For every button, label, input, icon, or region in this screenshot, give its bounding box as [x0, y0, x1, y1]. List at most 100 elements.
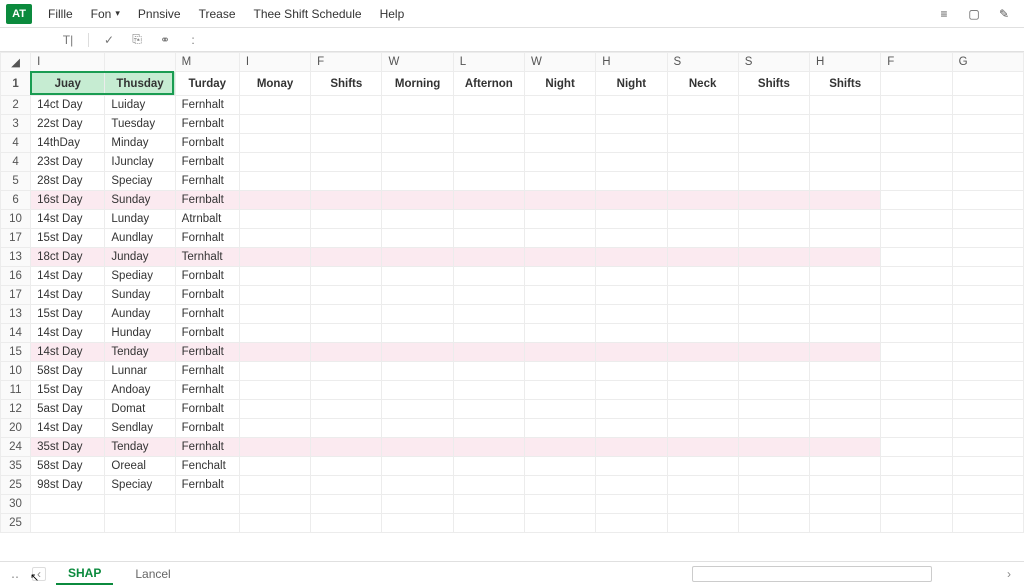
cell[interactable]: [596, 191, 667, 210]
cell[interactable]: [453, 438, 524, 457]
cell[interactable]: IJunclay: [105, 153, 175, 172]
cell[interactable]: [453, 381, 524, 400]
cell[interactable]: [738, 305, 809, 324]
cell[interactable]: [311, 134, 382, 153]
cell[interactable]: [881, 457, 952, 476]
status-input[interactable]: [692, 566, 932, 582]
cell[interactable]: [738, 210, 809, 229]
cell[interactable]: [810, 514, 881, 533]
cell[interactable]: [596, 172, 667, 191]
cell[interactable]: [239, 229, 310, 248]
cell[interactable]: Ternhalt: [175, 248, 239, 267]
cell[interactable]: [311, 343, 382, 362]
cell[interactable]: [524, 343, 595, 362]
cell[interactable]: [382, 267, 453, 286]
cell[interactable]: [524, 229, 595, 248]
cell[interactable]: [881, 248, 952, 267]
cell[interactable]: [453, 514, 524, 533]
cell[interactable]: [667, 343, 738, 362]
cell[interactable]: [453, 419, 524, 438]
cell[interactable]: [524, 267, 595, 286]
cell[interactable]: [382, 476, 453, 495]
cell[interactable]: [453, 267, 524, 286]
cell[interactable]: [738, 457, 809, 476]
cell[interactable]: [952, 229, 1023, 248]
cell[interactable]: [952, 514, 1023, 533]
row-header[interactable]: 35: [1, 457, 31, 476]
cell[interactable]: [311, 400, 382, 419]
cell[interactable]: [738, 381, 809, 400]
window-icon[interactable]: ▢: [966, 6, 982, 22]
cell[interactable]: 35st Day: [31, 438, 105, 457]
cell[interactable]: [311, 267, 382, 286]
cell[interactable]: [810, 267, 881, 286]
cell[interactable]: [239, 134, 310, 153]
cell[interactable]: 58st Day: [31, 362, 105, 381]
cell[interactable]: Fornhalt: [175, 229, 239, 248]
cell[interactable]: [667, 419, 738, 438]
row-header[interactable]: 10: [1, 210, 31, 229]
cell[interactable]: Fornbalt: [175, 324, 239, 343]
cell[interactable]: [311, 115, 382, 134]
cell[interactable]: [239, 514, 310, 533]
column-title[interactable]: Thusday: [105, 72, 175, 96]
cell[interactable]: 14st Day: [31, 267, 105, 286]
col-header[interactable]: G: [952, 53, 1023, 72]
cell[interactable]: [239, 267, 310, 286]
cell[interactable]: [952, 457, 1023, 476]
cell[interactable]: Fernhalt: [175, 362, 239, 381]
cell[interactable]: [382, 115, 453, 134]
cell[interactable]: [31, 495, 105, 514]
row-header[interactable]: 15: [1, 343, 31, 362]
row-header[interactable]: 2: [1, 96, 31, 115]
cell[interactable]: [952, 153, 1023, 172]
col-header[interactable]: F: [881, 53, 952, 72]
cell[interactable]: [524, 514, 595, 533]
cell[interactable]: [239, 324, 310, 343]
cell[interactable]: Fornbalt: [175, 286, 239, 305]
cell[interactable]: Lunnar: [105, 362, 175, 381]
cell[interactable]: [382, 400, 453, 419]
cell[interactable]: [810, 96, 881, 115]
cell[interactable]: [738, 514, 809, 533]
cell[interactable]: [311, 438, 382, 457]
row-header[interactable]: 20: [1, 419, 31, 438]
cell[interactable]: [738, 191, 809, 210]
cell[interactable]: Fernhalt: [175, 438, 239, 457]
cell[interactable]: [311, 419, 382, 438]
cell[interactable]: [453, 153, 524, 172]
cell[interactable]: [667, 96, 738, 115]
cell[interactable]: [453, 115, 524, 134]
cell[interactable]: [311, 248, 382, 267]
cell[interactable]: [667, 305, 738, 324]
cell[interactable]: [524, 96, 595, 115]
col-header[interactable]: F: [311, 53, 382, 72]
cell[interactable]: [524, 248, 595, 267]
row-header[interactable]: 12: [1, 400, 31, 419]
cell[interactable]: Aunday: [105, 305, 175, 324]
cell[interactable]: Lunday: [105, 210, 175, 229]
cell[interactable]: Fernhalt: [175, 96, 239, 115]
cell[interactable]: [810, 115, 881, 134]
cell[interactable]: [382, 210, 453, 229]
cell[interactable]: [239, 153, 310, 172]
column-title[interactable]: Monay: [239, 72, 310, 96]
cell[interactable]: [667, 210, 738, 229]
cell[interactable]: [952, 495, 1023, 514]
menu-pnnsive[interactable]: Pnnsive: [136, 3, 183, 25]
cell[interactable]: [738, 229, 809, 248]
cell[interactable]: [311, 476, 382, 495]
cell[interactable]: [667, 134, 738, 153]
cell[interactable]: Spediay: [105, 267, 175, 286]
cell[interactable]: [810, 419, 881, 438]
clipboard-icon[interactable]: ⎘: [129, 32, 145, 48]
cell[interactable]: [952, 115, 1023, 134]
cell[interactable]: [453, 210, 524, 229]
cell[interactable]: [952, 381, 1023, 400]
cell[interactable]: [810, 457, 881, 476]
cell[interactable]: [667, 286, 738, 305]
cell[interactable]: [952, 172, 1023, 191]
cell[interactable]: [810, 362, 881, 381]
cell[interactable]: [311, 381, 382, 400]
cell[interactable]: [382, 286, 453, 305]
